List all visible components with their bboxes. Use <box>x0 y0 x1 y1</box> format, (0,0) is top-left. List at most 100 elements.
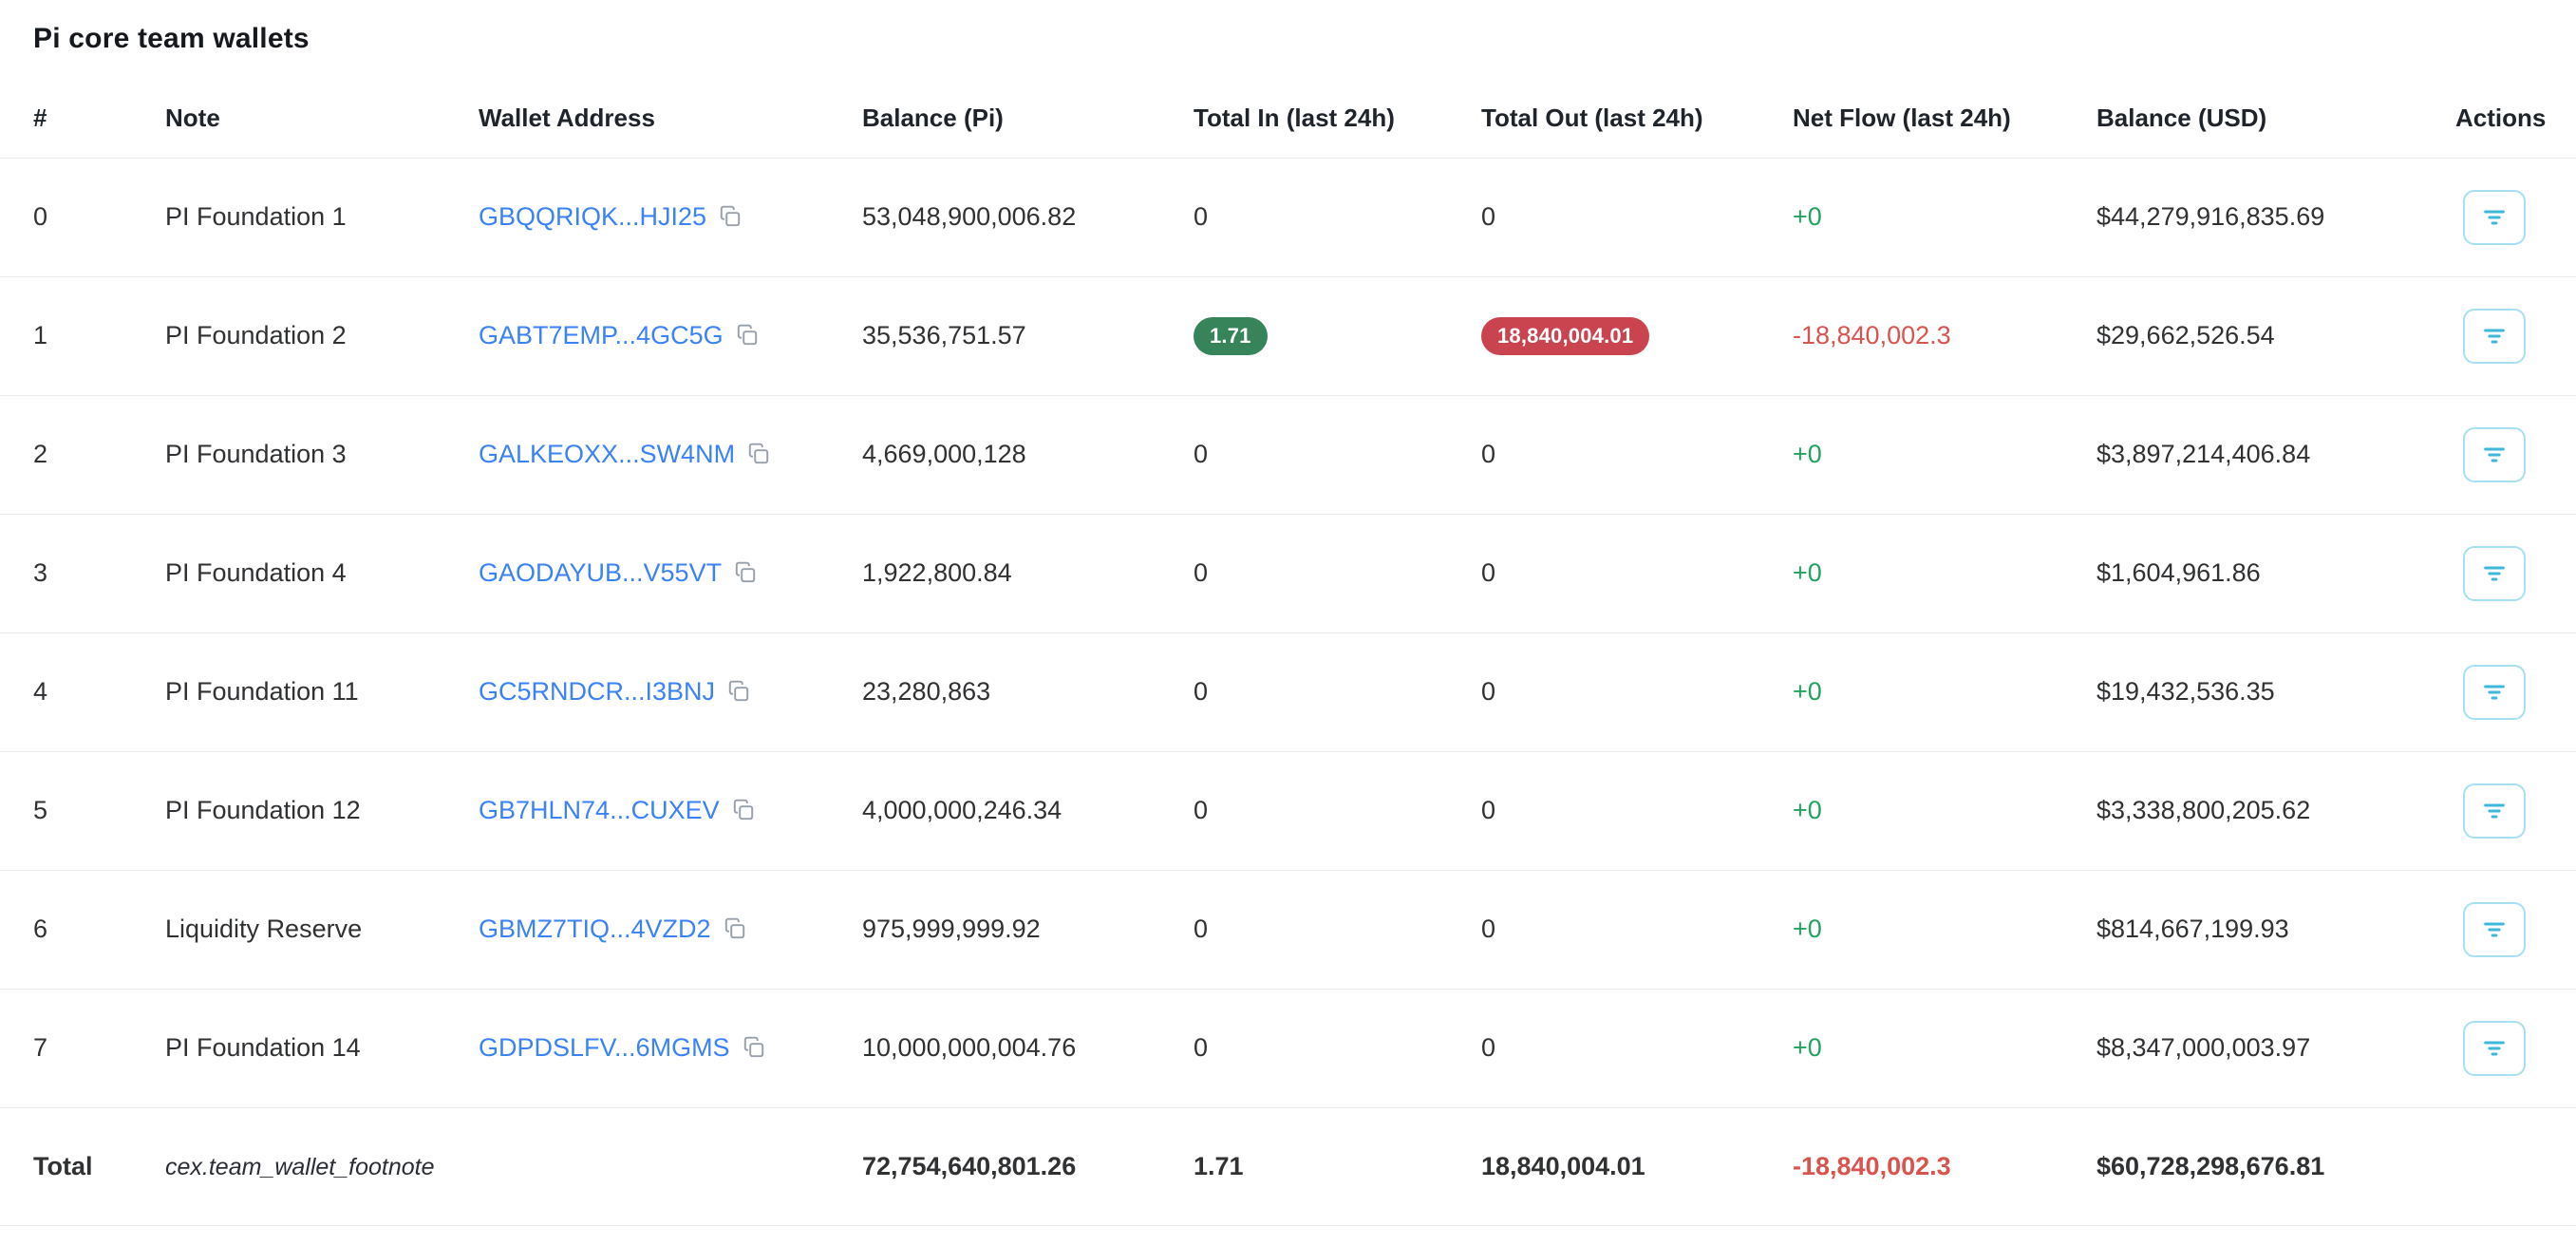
total-label: Total <box>0 1107 165 1225</box>
copy-icon[interactable] <box>742 1035 766 1060</box>
row-index: 6 <box>0 870 165 989</box>
total-total-out: 18,840,004.01 <box>1481 1107 1793 1225</box>
header-row: # Note Wallet Address Balance (Pi) Total… <box>0 80 2576 158</box>
total-in-badge: 1.71 <box>1194 317 1268 355</box>
wallet-address-link[interactable]: GDPDSLFV...6MGMS <box>479 1033 730 1062</box>
row-balance-pi: 975,999,999.92 <box>862 870 1194 989</box>
wallet-address-link[interactable]: GAODAYUB...V55VT <box>479 558 722 587</box>
row-balance-pi: 4,669,000,128 <box>862 395 1194 514</box>
total-in-value: 0 <box>1194 202 1208 231</box>
copy-icon[interactable] <box>746 442 771 466</box>
row-total-out: 0 <box>1481 158 1793 276</box>
page: Pi core team wallets # Note Wallet Addre… <box>0 0 2576 1226</box>
col-header-actions: Actions <box>2455 80 2576 158</box>
row-total-out: 0 <box>1481 751 1793 870</box>
row-total-in: 0 <box>1194 751 1481 870</box>
wallet-address-link[interactable]: GC5RNDCR...I3BNJ <box>479 677 715 706</box>
col-header-net-flow: Net Flow (last 24h) <box>1793 80 2097 158</box>
row-actions-button[interactable] <box>2463 190 2526 245</box>
total-actions-empty <box>2455 1107 2576 1225</box>
row-balance-usd: $814,667,199.93 <box>2097 870 2455 989</box>
row-note: PI Foundation 3 <box>165 395 479 514</box>
filter-icon <box>2479 1033 2510 1064</box>
row-total-in: 0 <box>1194 158 1481 276</box>
total-in-value: 0 <box>1194 915 1208 943</box>
row-index: 7 <box>0 989 165 1107</box>
copy-icon[interactable] <box>735 323 760 348</box>
row-total-in: 0 <box>1194 514 1481 632</box>
row-note: Liquidity Reserve <box>165 870 479 989</box>
row-balance-pi: 23,280,863 <box>862 632 1194 751</box>
row-balance-pi: 10,000,000,004.76 <box>862 989 1194 1107</box>
row-balance-pi: 4,000,000,246.34 <box>862 751 1194 870</box>
total-out-badge: 18,840,004.01 <box>1481 317 1649 355</box>
row-balance-usd: $3,338,800,205.62 <box>2097 751 2455 870</box>
wallet-address-link[interactable]: GALKEOXX...SW4NM <box>479 440 735 468</box>
filter-icon <box>2479 321 2510 351</box>
table-row: 5PI Foundation 12GB7HLN74...CUXEV 4,000,0… <box>0 751 2576 870</box>
row-total-in: 0 <box>1194 632 1481 751</box>
row-net-flow: +0 <box>1793 915 1822 943</box>
row-total-in: 0 <box>1194 870 1481 989</box>
filter-icon <box>2479 202 2510 233</box>
row-balance-usd: $1,604,961.86 <box>2097 514 2455 632</box>
row-actions-button[interactable] <box>2463 783 2526 839</box>
wallet-address-link[interactable]: GBMZ7TIQ...4VZD2 <box>479 915 711 943</box>
row-balance-usd: $29,662,526.54 <box>2097 276 2455 395</box>
row-actions-button[interactable] <box>2463 309 2526 364</box>
copy-icon[interactable] <box>718 204 743 229</box>
row-actions-button[interactable] <box>2463 546 2526 601</box>
row-note: PI Foundation 2 <box>165 276 479 395</box>
total-in-value: 0 <box>1194 558 1208 587</box>
col-header-balance-pi: Balance (Pi) <box>862 80 1194 158</box>
row-actions-button[interactable] <box>2463 1021 2526 1076</box>
row-balance-usd: $3,897,214,406.84 <box>2097 395 2455 514</box>
row-index: 2 <box>0 395 165 514</box>
row-total-in: 0 <box>1194 989 1481 1107</box>
row-total-out: 0 <box>1481 632 1793 751</box>
row-net-flow: +0 <box>1793 440 1822 468</box>
copy-icon[interactable] <box>733 560 758 585</box>
row-total-in: 0 <box>1194 395 1481 514</box>
total-balance-pi: 72,754,640,801.26 <box>862 1107 1194 1225</box>
table-row: 1PI Foundation 2GABT7EMP...4GC5G35,536,7… <box>0 276 2576 395</box>
row-net-flow: +0 <box>1793 677 1822 706</box>
row-actions-button[interactable] <box>2463 427 2526 482</box>
table-row: 4PI Foundation 11GC5RNDCR...I3BNJ 23,280,… <box>0 632 2576 751</box>
total-out-value: 0 <box>1481 677 1495 706</box>
total-total-in: 1.71 <box>1194 1107 1481 1225</box>
row-balance-usd: $19,432,536.35 <box>2097 632 2455 751</box>
row-balance-pi: 53,048,900,006.82 <box>862 158 1194 276</box>
row-index: 4 <box>0 632 165 751</box>
wallet-address-link[interactable]: GABT7EMP...4GC5G <box>479 321 724 349</box>
copy-icon[interactable] <box>726 679 751 704</box>
filter-icon <box>2479 796 2510 826</box>
wallet-address-link[interactable]: GBQQRIQK...HJI25 <box>479 202 706 231</box>
row-index: 5 <box>0 751 165 870</box>
page-title: Pi core team wallets <box>33 23 2576 55</box>
row-actions-button[interactable] <box>2463 902 2526 957</box>
wallet-address-link[interactable]: GB7HLN74...CUXEV <box>479 796 720 824</box>
row-actions-button[interactable] <box>2463 665 2526 720</box>
row-total-out: 0 <box>1481 870 1793 989</box>
row-balance-pi: 35,536,751.57 <box>862 276 1194 395</box>
row-note: PI Foundation 11 <box>165 632 479 751</box>
total-balance-usd: $60,728,298,676.81 <box>2097 1107 2455 1225</box>
row-total-out: 0 <box>1481 989 1793 1107</box>
table-row: 2PI Foundation 3GALKEOXX...SW4NM 4,669,00… <box>0 395 2576 514</box>
filter-icon <box>2479 558 2510 589</box>
total-out-value: 0 <box>1481 202 1495 231</box>
copy-icon[interactable] <box>723 916 747 941</box>
copy-icon[interactable] <box>731 798 756 822</box>
row-net-flow: +0 <box>1793 1033 1822 1062</box>
row-balance-usd: $8,347,000,003.97 <box>2097 989 2455 1107</box>
total-in-value: 0 <box>1194 440 1208 468</box>
total-out-value: 0 <box>1481 558 1495 587</box>
table-body: 0PI Foundation 1GBQQRIQK...HJI2553,048,9… <box>0 158 2576 1107</box>
total-row: Total cex.team_wallet_footnote 72,754,64… <box>0 1107 2576 1225</box>
row-note: PI Foundation 14 <box>165 989 479 1107</box>
col-header-balance-usd: Balance (USD) <box>2097 80 2455 158</box>
total-in-value: 0 <box>1194 1033 1208 1062</box>
row-note: PI Foundation 12 <box>165 751 479 870</box>
filter-icon <box>2479 915 2510 945</box>
